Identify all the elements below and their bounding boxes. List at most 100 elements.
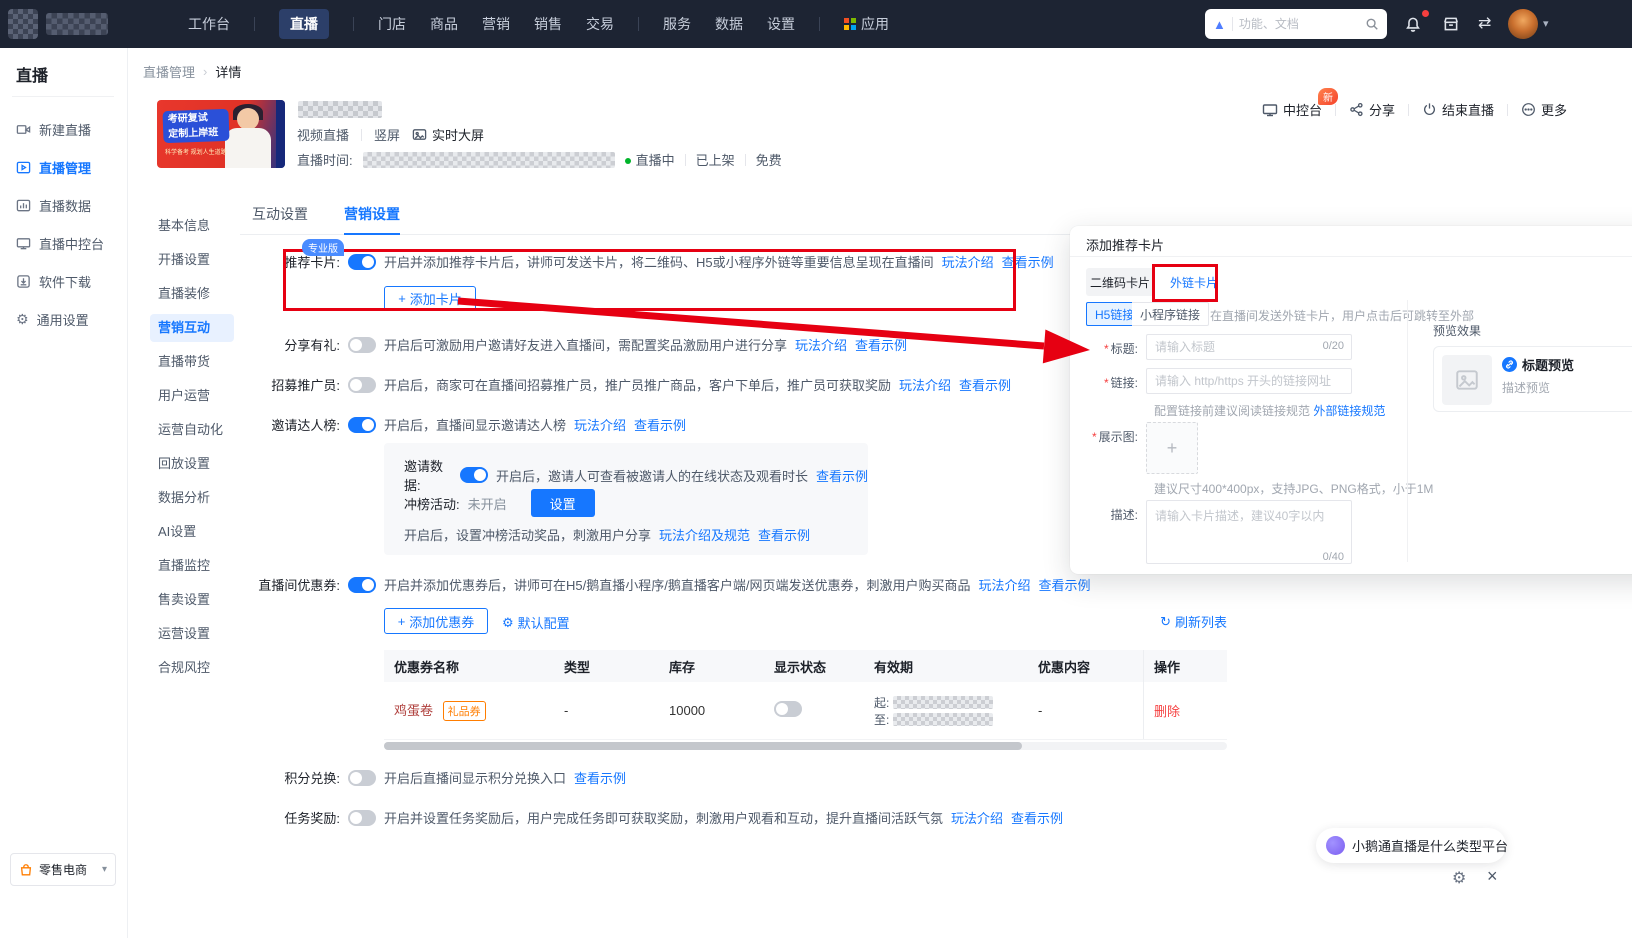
invite-rank-example-link[interactable]: 查看示例 (634, 415, 686, 434)
sidebar-item-live-data[interactable]: 直播数据 (0, 186, 128, 224)
recommend-card-toggle[interactable] (348, 254, 376, 270)
card-desc-textarea[interactable] (1146, 500, 1352, 564)
rank-activity-setup-button[interactable]: 设置 (531, 489, 595, 517)
inner-menu-ai-settings[interactable]: AI设置 (150, 518, 234, 546)
sidebar-item-general-settings[interactable]: ⚙ 通用设置 (0, 300, 128, 338)
nav-sales[interactable]: 销售 (534, 14, 562, 34)
add-card-button[interactable]: + 添加卡片 (384, 286, 476, 311)
chevron-down-icon: ▾ (102, 864, 107, 875)
segment-miniprogram-link[interactable]: 小程序链接 (1132, 302, 1209, 326)
share-gift-example-link[interactable]: 查看示例 (855, 335, 907, 354)
global-search: ▲ (1205, 9, 1387, 39)
invite-data-toggle[interactable] (460, 467, 488, 483)
chat-close-icon[interactable]: × (1487, 866, 1498, 887)
task-reward-toggle[interactable] (348, 810, 376, 826)
invite-data-example-link[interactable]: 查看示例 (816, 466, 868, 485)
tab-interact-settings[interactable]: 互动设置 (252, 198, 308, 234)
task-howto-link[interactable]: 玩法介绍 (951, 808, 1003, 827)
nav-settings[interactable]: 设置 (767, 14, 795, 34)
inner-menu-decoration[interactable]: 直播装修 (150, 280, 234, 308)
live-manage-icon (16, 160, 31, 175)
add-coupon-button[interactable]: + 添加优惠券 (384, 608, 488, 634)
shop-icon[interactable] (1442, 15, 1460, 33)
share-button[interactable]: 分享 (1349, 100, 1395, 119)
invite-rank-toggle[interactable] (348, 417, 376, 433)
console-button[interactable]: 中控台 新 (1262, 100, 1322, 119)
sidebar-item-console[interactable]: 直播中控台 (0, 224, 128, 262)
card-title-input[interactable] (1146, 334, 1352, 360)
recruit-example-link[interactable]: 查看示例 (959, 375, 1011, 394)
inner-menu-automation[interactable]: 运营自动化 (150, 416, 234, 444)
add-card-dialog: 添加推荐卡片 二维码卡片 外链卡片 H5链接 小程序链接 在直播间发送外链卡片，… (1070, 226, 1632, 574)
inner-menu-live-commerce[interactable]: 直播带货 (150, 348, 234, 376)
tab-marketing-settings[interactable]: 营销设置 (344, 198, 400, 234)
inner-menu-compliance[interactable]: 合规风控 (150, 654, 234, 682)
user-avatar[interactable] (1508, 9, 1538, 39)
coupon-display-toggle[interactable] (774, 701, 802, 717)
more-button[interactable]: 更多 (1521, 100, 1567, 119)
rank-activity-rule-link[interactable]: 玩法介绍及规范 (659, 525, 750, 544)
inner-menu-data-analysis[interactable]: 数据分析 (150, 484, 234, 512)
big-screen-link[interactable]: 实时大屏 (412, 125, 484, 144)
switch-account-icon[interactable]: ⇄ (1478, 13, 1491, 33)
external-link-rule-link[interactable]: 外部链接规范 (1313, 404, 1385, 418)
avatar-chevron-icon[interactable]: ▾ (1543, 17, 1549, 30)
nav-data[interactable]: 数据 (715, 14, 743, 34)
notification-bell-icon[interactable] (1404, 15, 1422, 33)
share-gift-row: 分享有礼: 开启后可激励用户邀请好友进入直播间，需配置奖品激励用户进行分享 玩法… (240, 335, 907, 354)
inner-menu-live-monitor[interactable]: 直播监控 (150, 552, 234, 580)
inner-menu-replay-settings[interactable]: 回放设置 (150, 450, 234, 478)
coupon-howto-link[interactable]: 玩法介绍 (978, 575, 1030, 594)
sidebar-item-live-manage[interactable]: 直播管理 (0, 148, 128, 186)
nav-live[interactable]: 直播 (279, 9, 329, 39)
delete-coupon-link[interactable]: 删除 (1154, 701, 1180, 720)
rank-activity-example-link[interactable]: 查看示例 (758, 525, 810, 544)
card-link-input[interactable] (1146, 368, 1352, 394)
nav-service[interactable]: 服务 (663, 14, 691, 34)
points-toggle[interactable] (348, 770, 376, 786)
recruit-toggle[interactable] (348, 377, 376, 393)
points-example-link[interactable]: 查看示例 (574, 768, 626, 787)
assistant-chat-pill[interactable]: 小鹅通直播是什么类型平台 (1316, 828, 1506, 863)
nav-workbench[interactable]: 工作台 (188, 14, 230, 34)
share-gift-toggle[interactable] (348, 337, 376, 353)
scrollbar-thumb[interactable] (384, 742, 1022, 750)
refresh-list-link[interactable]: ↻ 刷新列表 (1160, 612, 1227, 631)
nav-goods[interactable]: 商品 (430, 14, 458, 34)
shop-type-selector[interactable]: 零售电商 ▾ (10, 853, 116, 886)
nav-separator (353, 17, 354, 31)
recommend-example-link[interactable]: 查看示例 (1002, 252, 1054, 271)
rank-activity-status: 未开启 (468, 494, 507, 513)
invite-rank-howto-link[interactable]: 玩法介绍 (574, 415, 626, 434)
share-gift-howto-link[interactable]: 玩法介绍 (795, 335, 847, 354)
inner-menu-broadcast-settings[interactable]: 开播设置 (150, 246, 234, 274)
task-example-link[interactable]: 查看示例 (1011, 808, 1063, 827)
header-actions: 中控台 新 分享 结束直播 更多 (1262, 100, 1567, 119)
inner-menu-user-operation[interactable]: 用户运营 (150, 382, 234, 410)
inner-menu-basic-info[interactable]: 基本信息 (150, 212, 234, 240)
dialog-tab-external-card[interactable]: 外链卡片 (1164, 268, 1224, 296)
breadcrumb-parent[interactable]: 直播管理 (143, 62, 195, 81)
nav-apps[interactable]: 应用 (844, 14, 889, 34)
chat-settings-gear-icon[interactable]: ⚙ (1452, 868, 1466, 888)
inner-menu-operation-settings[interactable]: 运营设置 (150, 620, 234, 648)
nav-marketing[interactable]: 营销 (482, 14, 510, 34)
nav-store[interactable]: 门店 (378, 14, 406, 34)
inner-menu-sale-settings[interactable]: 售卖设置 (150, 586, 234, 614)
search-input[interactable] (1239, 17, 1359, 31)
search-icon[interactable] (1365, 17, 1379, 31)
dialog-tab-qr-card[interactable]: 二维码卡片 (1086, 268, 1154, 296)
end-live-button[interactable]: 结束直播 (1422, 100, 1494, 119)
inner-menu-marketing-interact[interactable]: 营销互动 (150, 314, 234, 342)
points-row: 积分兑换: 开启后直播间显示积分兑换入口 查看示例 (240, 768, 626, 787)
sidebar-item-download[interactable]: 软件下载 (0, 262, 128, 300)
marketing-inner-menu: 基本信息 开播设置 直播装修 营销互动 直播带货 用户运营 运营自动化 回放设置… (150, 212, 234, 688)
nav-trade[interactable]: 交易 (586, 14, 614, 34)
default-config-link[interactable]: ⚙ 默认配置 (502, 613, 570, 632)
image-upload-box[interactable]: + (1146, 422, 1198, 474)
coupon-example-link[interactable]: 查看示例 (1038, 575, 1090, 594)
sidebar-item-new-live[interactable]: 新建直播 (0, 110, 128, 148)
recommend-howto-link[interactable]: 玩法介绍 (942, 252, 994, 271)
recruit-howto-link[interactable]: 玩法介绍 (899, 375, 951, 394)
coupon-toggle[interactable] (348, 577, 376, 593)
